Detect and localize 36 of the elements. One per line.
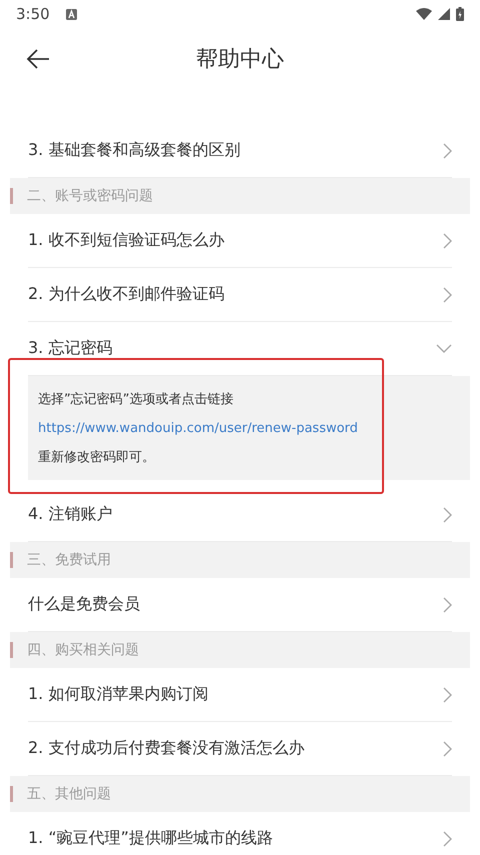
notification-icon <box>66 8 77 20</box>
battery-icon <box>456 7 464 21</box>
chevron-down-icon <box>436 344 452 353</box>
chevron-right-icon <box>443 686 452 702</box>
faq-item[interactable]: 1. 如何取消苹果内购订阅 <box>28 668 452 722</box>
chevron-right-icon <box>443 740 452 756</box>
faq-question: 3. 忘记密码 <box>28 338 112 359</box>
section-header: 五、其他问题 <box>10 776 470 812</box>
page-title: 帮助中心 <box>196 46 284 74</box>
faq-question: 1. “豌豆代理”提供哪些城市的线路 <box>28 828 273 849</box>
faq-question: 1. 收不到短信验证码怎么办 <box>28 230 224 251</box>
answer-text: 重新修改密码即可。 <box>38 449 155 466</box>
status-time: 3:50 <box>16 5 50 23</box>
back-arrow-icon[interactable] <box>26 49 50 69</box>
chevron-right-icon <box>443 286 452 302</box>
faq-question: 4. 注销账户 <box>28 504 112 525</box>
faq-question: 2. 为什么收不到邮件验证码 <box>28 284 224 305</box>
wifi-icon <box>416 8 432 20</box>
faq-item[interactable]: 2. 为什么收不到邮件验证码 <box>28 268 452 322</box>
chevron-right-icon <box>443 232 452 248</box>
link[interactable]: https://www.wandouip.com/user/renew-password <box>38 420 358 436</box>
faq-item[interactable]: 1. “豌豆代理”提供哪些城市的线路 <box>28 812 452 855</box>
chevron-right-icon <box>443 506 452 522</box>
section-header: 三、免费试用 <box>10 542 470 578</box>
section-header: 二、账号或密码问题 <box>10 178 470 214</box>
faq-question: 3. 基础套餐和高级套餐的区别 <box>28 140 240 161</box>
faq-item[interactable]: 1. 收不到短信验证码怎么办 <box>28 214 452 268</box>
chevron-right-icon <box>443 596 452 612</box>
chevron-right-icon <box>443 142 452 158</box>
faq-question: 1. 如何取消苹果内购订阅 <box>28 684 208 705</box>
answer-text: 选择”忘记密码”选项或者点击链接 <box>38 391 234 408</box>
faq-question: 什么是免费会员 <box>28 594 140 615</box>
chevron-right-icon <box>443 830 452 846</box>
faq-question: 2. 支付成功后付费套餐没有激活怎么办 <box>28 738 304 759</box>
signal-icon <box>438 8 450 20</box>
section-header: 四、购买相关问题 <box>10 632 470 668</box>
